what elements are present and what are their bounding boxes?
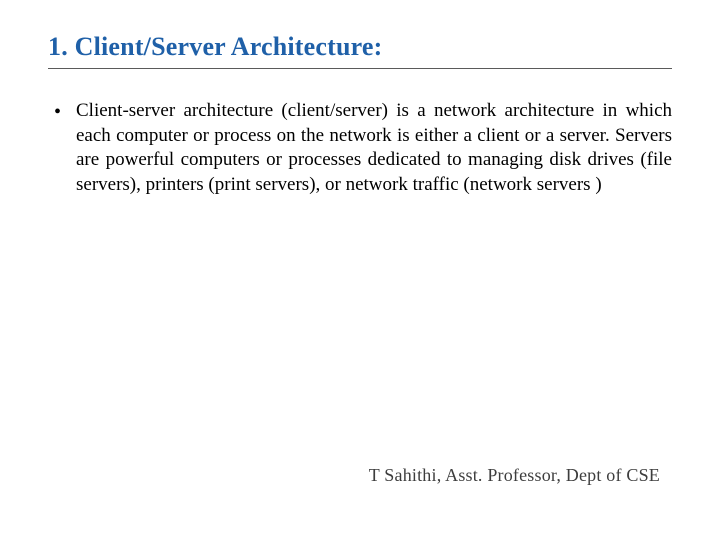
bullet-list: Client-server architecture (client/serve… [48,99,672,198]
slide-title: 1. Client/Server Architecture: [48,32,672,62]
footer-attribution: T Sahithi, Asst. Professor, Dept of CSE [369,465,660,486]
slide-container: 1. Client/Server Architecture: Client-se… [0,0,720,540]
bullet-item: Client-server architecture (client/serve… [48,99,672,198]
title-underline [48,68,672,69]
